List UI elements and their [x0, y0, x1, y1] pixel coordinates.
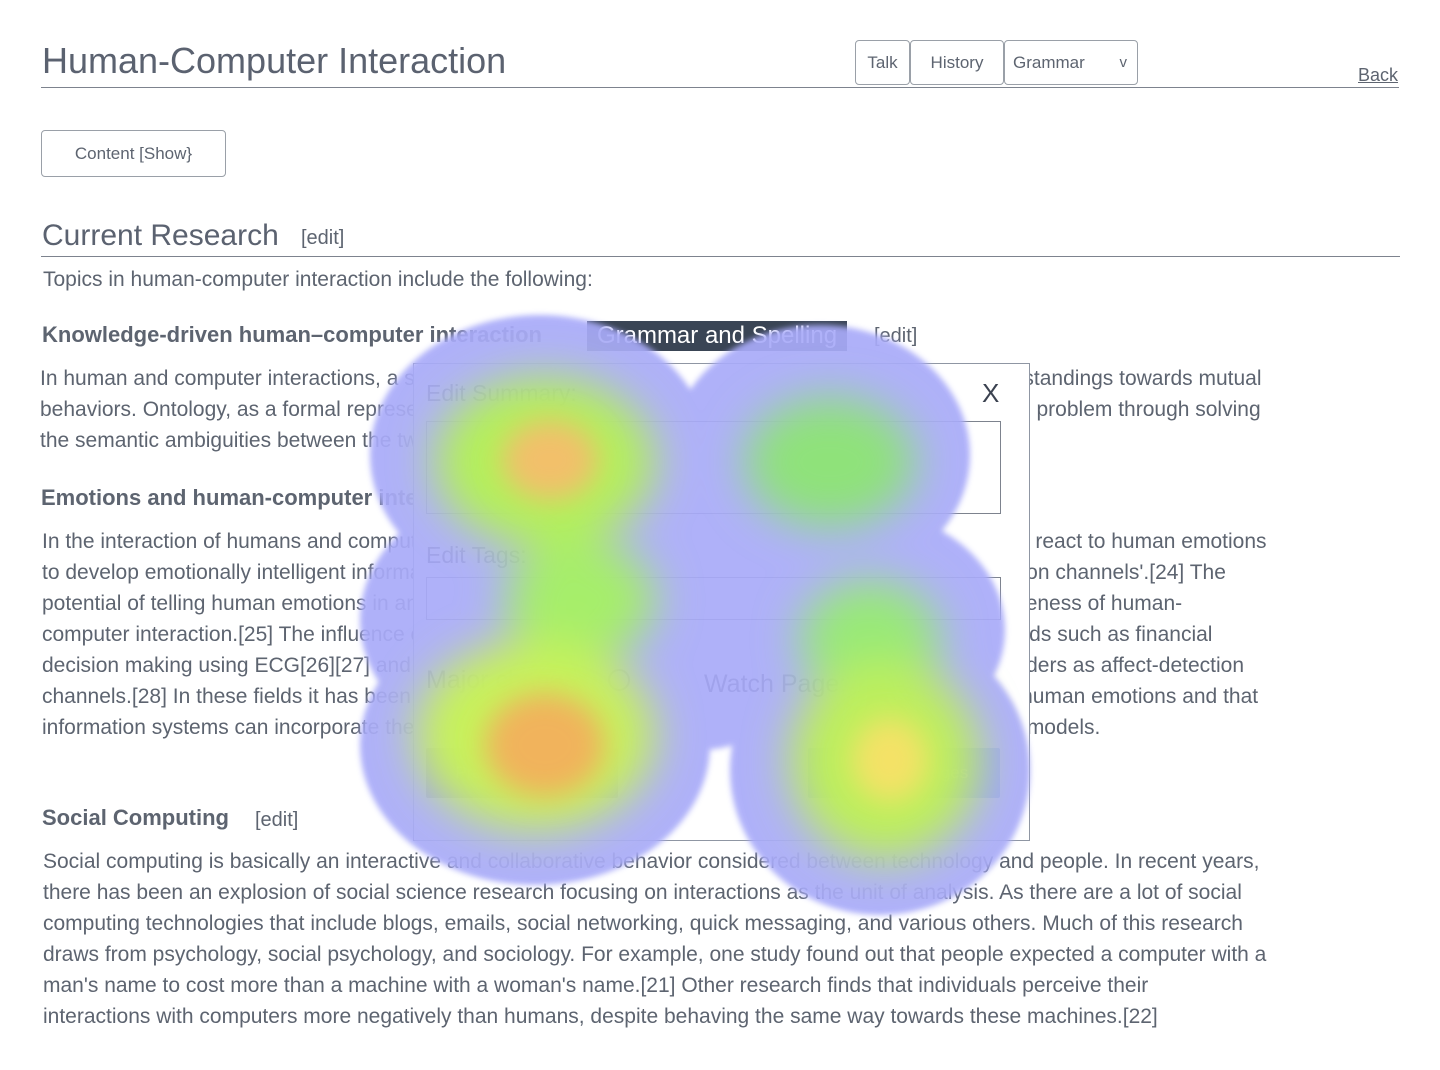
- close-icon[interactable]: X: [982, 378, 999, 409]
- talk-button[interactable]: Talk: [855, 40, 910, 85]
- section-title: Current Research: [42, 219, 279, 252]
- chevron-down-icon: v: [1119, 54, 1128, 71]
- history-button[interactable]: History: [910, 40, 1004, 85]
- back-link[interactable]: Back: [1358, 65, 1398, 86]
- publish-changes-button[interactable]: Publish Changes: [808, 748, 1000, 798]
- mode-select-value: Grammar: [1013, 52, 1085, 72]
- social-edit-link[interactable]: [edit]: [255, 809, 298, 832]
- edit-tags-label: Edit Tags:: [426, 542, 527, 568]
- content-toggle-button[interactable]: Content [Show}: [41, 130, 226, 177]
- paragraph-line: interactions with computers more negativ…: [43, 1005, 1158, 1028]
- social-paragraph: Social computing is basically an interac…: [43, 846, 1266, 1032]
- edit-summary-field[interactable]: [426, 421, 1001, 514]
- paragraph-line: Social computing is basically an interac…: [43, 850, 1260, 873]
- paragraph-line: computing technologies that include blog…: [43, 912, 1243, 935]
- watch-page-radio[interactable]: [869, 672, 891, 694]
- grammar-spelling-badge[interactable]: Grammar and Spelling: [587, 321, 847, 351]
- mode-select[interactable]: Grammar v: [1004, 40, 1138, 85]
- paragraph-line: there has been an explosion of social sc…: [43, 881, 1242, 904]
- major-change-radio[interactable]: [608, 669, 630, 691]
- knowledge-title: Knowledge-driven human–computer interact…: [42, 322, 542, 347]
- header-divider: [41, 87, 1399, 88]
- section-intro: Topics in human-computer interaction inc…: [43, 268, 593, 291]
- page-title: Human-Computer Interaction: [42, 40, 507, 81]
- knowledge-edit-link[interactable]: [edit]: [874, 325, 917, 348]
- watch-page-label: Watch Page:: [704, 670, 847, 698]
- paragraph-line: man's name to cost more than a machine w…: [43, 974, 1149, 997]
- edit-summary-label: Edit Summary:: [426, 380, 577, 406]
- paragraph-line: draws from psychology, social psychology…: [43, 943, 1267, 966]
- edit-tags-field[interactable]: [426, 577, 1001, 620]
- social-title: Social Computing: [42, 805, 229, 830]
- section-edit-link[interactable]: [edit]: [301, 227, 344, 250]
- section-divider: [41, 256, 1400, 257]
- preview-changes-button[interactable]: Preview Changes: [426, 748, 618, 798]
- edit-dialog: Edit Summary: X Edit Tags: Major change:…: [413, 363, 1030, 841]
- major-change-label: Major change:: [426, 666, 585, 694]
